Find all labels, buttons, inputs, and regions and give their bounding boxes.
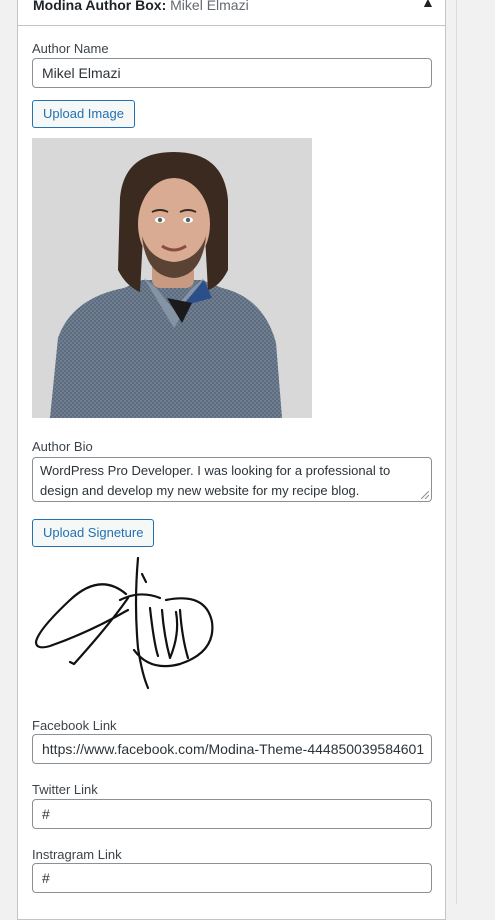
panel-title-main: Modina Author Box: <box>33 0 167 13</box>
author-photo <box>32 138 312 418</box>
panel-header[interactable]: Modina Author Box: Mikel Elmazi ▲ <box>18 0 445 26</box>
author-name-label: Author Name <box>32 41 109 56</box>
facebook-link-input[interactable]: https://www.facebook.com/Modina-Theme-44… <box>32 734 432 764</box>
author-name-input[interactable]: Mikel Elmazi <box>32 58 432 88</box>
sidebar-edge <box>456 0 495 904</box>
twitter-link-input[interactable]: # <box>32 799 432 829</box>
upload-signature-button[interactable]: Upload Signeture <box>32 519 155 547</box>
instagram-link-label: Instragram Link <box>32 847 122 862</box>
signature-drawing <box>34 556 214 690</box>
author-photo-image <box>32 138 312 418</box>
panel-title-sub: Mikel Elmazi <box>170 0 249 13</box>
panel-title: Modina Author Box: Mikel Elmazi <box>33 0 249 13</box>
author-bio-textarea[interactable]: WordPress Pro Developer. I was looking f… <box>32 457 432 502</box>
author-bio-text: WordPress Pro Developer. I was looking f… <box>40 463 391 498</box>
upload-image-button[interactable]: Upload Image <box>32 100 135 128</box>
signature-image <box>30 554 215 690</box>
caret-up-icon[interactable]: ▲ <box>421 0 435 10</box>
facebook-link-label: Facebook Link <box>32 718 117 733</box>
instagram-link-input[interactable]: # <box>32 863 432 893</box>
twitter-link-label: Twitter Link <box>32 782 98 797</box>
author-bio-label: Author Bio <box>32 439 93 454</box>
resize-handle-icon[interactable] <box>421 491 429 499</box>
